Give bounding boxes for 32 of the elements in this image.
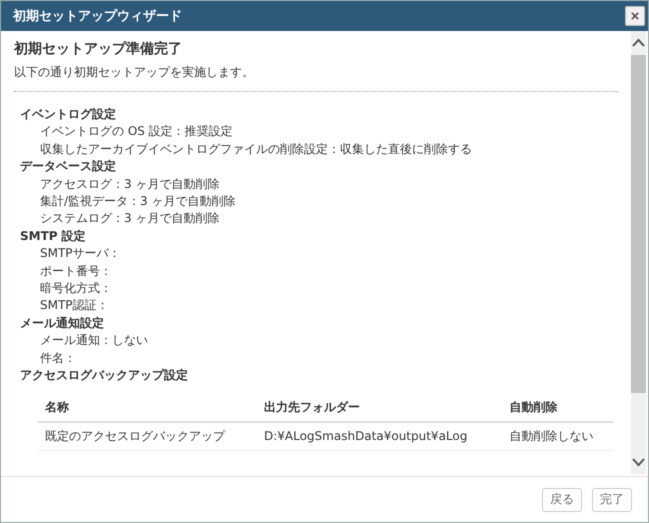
setting-text: アクセスログ：3 ヶ月で自動削除 bbox=[39, 176, 220, 193]
column-header: 出力先フォルダー bbox=[256, 394, 502, 422]
section-title: アクセスログバックアップ設定 bbox=[19, 367, 189, 384]
column-header: 名称 bbox=[38, 394, 257, 422]
scroll-thumb[interactable] bbox=[631, 55, 646, 393]
setting-text: SMTP認証： bbox=[39, 297, 110, 314]
back-button[interactable]: 戻る bbox=[542, 488, 582, 512]
section-title: イベントログ設定 bbox=[19, 106, 117, 123]
section-title: SMTP 設定 bbox=[19, 228, 87, 245]
close-button[interactable]: × bbox=[625, 6, 645, 26]
column-header: 自動削除 bbox=[502, 394, 613, 422]
table-cell: 既定のアクセスログバックアップ bbox=[38, 422, 257, 450]
scrollbar[interactable] bbox=[631, 31, 646, 474]
setting-text: 件名： bbox=[39, 350, 77, 367]
setting-text: SMTPサーバ： bbox=[39, 245, 122, 262]
setting-text: 集計/監視データ：3 ヶ月で自動削除 bbox=[39, 193, 236, 210]
scroll-up-icon[interactable] bbox=[632, 38, 645, 48]
setting-text: 収集したアーカイブイベントログファイルの削除設定：収集した直後に削除する bbox=[39, 140, 473, 158]
setting-text: メール通知：しない bbox=[39, 332, 149, 350]
page-heading: 初期セットアップ準備完了 bbox=[14, 40, 183, 58]
description-text: 以下の通り初期セットアップを実施します。 bbox=[14, 64, 255, 81]
finish-button[interactable]: 完了 bbox=[592, 488, 632, 512]
scroll-down-icon[interactable] bbox=[632, 457, 645, 467]
setting-text: 暗号化方式： bbox=[39, 280, 113, 298]
setting-text: ポート番号： bbox=[39, 262, 113, 280]
section-title: メール通知設定 bbox=[19, 314, 105, 332]
window-title: 初期セットアップウィザード bbox=[13, 8, 182, 25]
setting-text: イベントログの OS 設定：推奨設定 bbox=[39, 123, 234, 140]
setting-text: システムログ：3 ヶ月で自動削除 bbox=[39, 210, 220, 228]
table-cell: 自動削除しない bbox=[502, 422, 613, 450]
section-title: データベース設定 bbox=[19, 158, 117, 176]
table-cell: D:¥ALogSmashData¥output¥aLog bbox=[256, 422, 502, 450]
